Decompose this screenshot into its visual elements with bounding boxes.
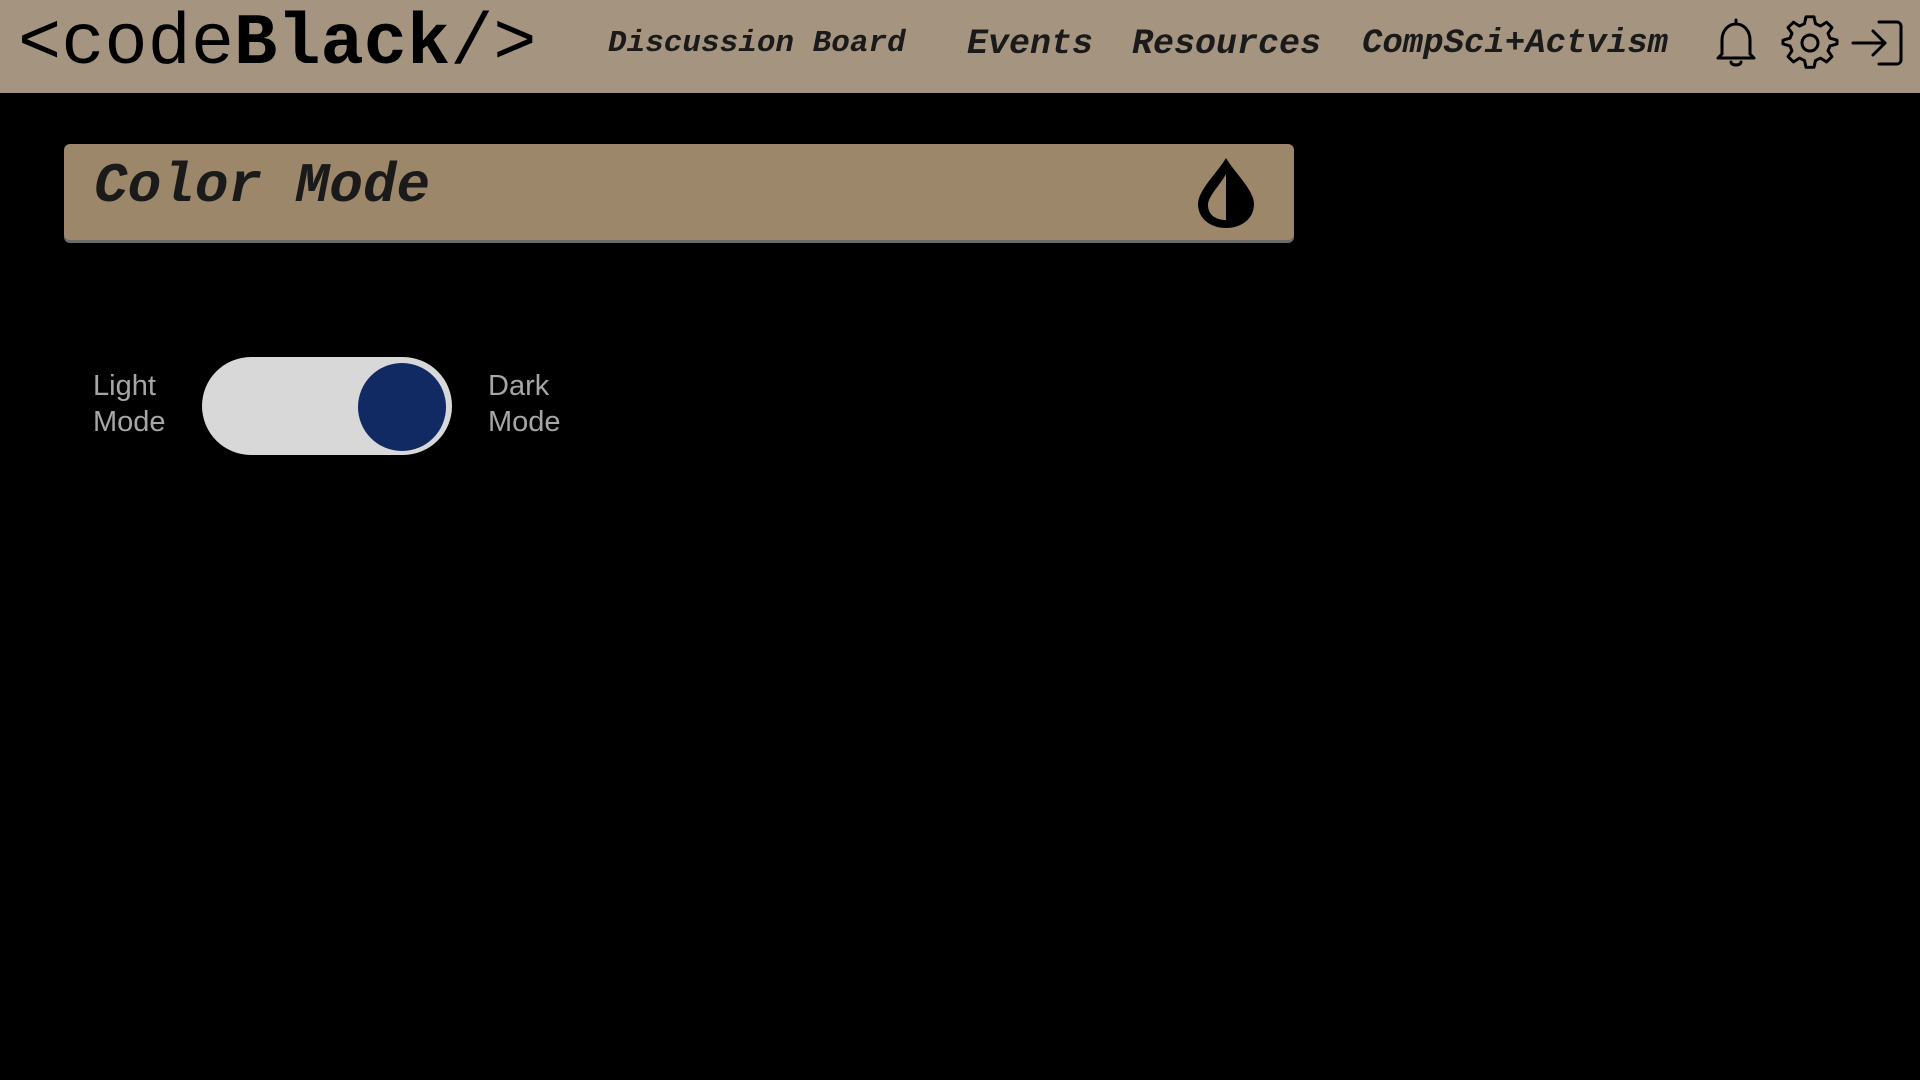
logo-prefix: <code bbox=[18, 3, 235, 85]
top-navigation-bar: <codeBlack/> Discussion Board Events Res… bbox=[0, 0, 1920, 93]
nav-discussion-board[interactable]: Discussion Board bbox=[608, 22, 906, 66]
gear-icon[interactable] bbox=[1781, 14, 1839, 72]
dark-mode-label: Dark Mode bbox=[488, 370, 561, 438]
light-mode-label: Light Mode bbox=[93, 370, 166, 438]
nav-events[interactable]: Events bbox=[967, 22, 1093, 66]
logo-suffix: /> bbox=[450, 3, 537, 85]
logout-icon[interactable] bbox=[1849, 14, 1907, 72]
logo-bold-text: Black bbox=[234, 3, 451, 85]
color-mode-toggle[interactable] bbox=[202, 357, 452, 455]
bell-icon[interactable] bbox=[1707, 14, 1765, 72]
nav-compsci-activism[interactable]: CompSci+Actvism bbox=[1362, 22, 1668, 66]
nav-resources[interactable]: Resources bbox=[1132, 22, 1321, 66]
contrast-drop-icon bbox=[1188, 152, 1264, 232]
toggle-knob[interactable] bbox=[358, 363, 446, 451]
color-mode-header: Color Mode bbox=[64, 144, 1294, 240]
section-title: Color Mode bbox=[94, 154, 431, 218]
site-logo[interactable]: <codeBlack/> bbox=[18, 8, 537, 80]
